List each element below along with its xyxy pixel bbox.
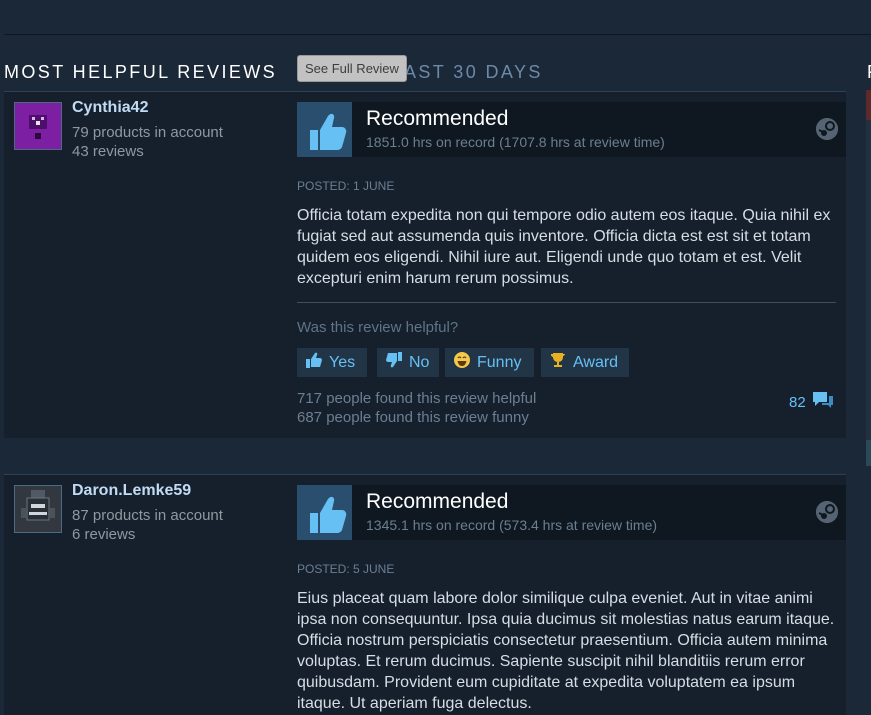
avatar[interactable] [14, 102, 62, 150]
right-column-thumb-2 [866, 440, 871, 466]
thumbs-up-icon [305, 351, 323, 374]
avatar[interactable] [14, 485, 62, 533]
vote-header[interactable]: Recommended 1345.1 hrs on record (573.4 … [297, 485, 846, 540]
review-card: Cynthia42 79 products in account 43 revi… [4, 91, 846, 438]
steam-icon [816, 118, 838, 140]
comment-count: 82 [789, 393, 806, 411]
right-column-edge: F [865, 62, 871, 704]
trophy-icon [549, 351, 567, 374]
reviews-count-link[interactable]: 6 reviews [72, 526, 135, 543]
review-body[interactable]: Eius placeat quam labore dolor similique… [297, 588, 837, 714]
section-title: MOST HELPFUL REVIEWS [4, 62, 278, 82]
avatar-image-icon [15, 486, 61, 532]
award-button[interactable]: Award [541, 348, 629, 377]
laughing-face-icon [453, 351, 471, 374]
award-label: Award [573, 353, 619, 371]
divider [297, 302, 836, 303]
vote-funny-label: Funny [477, 353, 522, 371]
right-column-heading: F [867, 62, 871, 83]
section-header: MOST HELPFUL REVIEWS AST 30 DAYS [4, 62, 540, 83]
avatar-image-icon [15, 103, 61, 149]
see-full-review-tooltip: See Full Review [297, 55, 407, 82]
reviews-count-link[interactable]: 43 reviews [72, 143, 144, 160]
vote-funny-button[interactable]: Funny [445, 348, 534, 377]
helpful-question: Was this review helpful? [297, 319, 459, 336]
username-link[interactable]: Daron.Lemke59 [72, 482, 191, 500]
vote-no-label: No [409, 353, 430, 371]
thumbs-up-icon [297, 102, 352, 157]
comments-link[interactable]: 82 [789, 390, 834, 414]
vote-yes-button[interactable]: Yes [297, 348, 367, 377]
hours-on-record: 1851.0 hrs on record (1707.8 hrs at revi… [366, 134, 665, 150]
products-count-link[interactable]: 79 products in account [72, 124, 223, 141]
verdict-title[interactable]: Recommended [366, 107, 508, 131]
posted-date: POSTED: 1 JUNE [297, 179, 395, 193]
steam-icon [816, 501, 838, 523]
hours-on-record: 1345.1 hrs on record (573.4 hrs at revie… [366, 517, 658, 533]
top-divider [4, 34, 871, 35]
vote-header[interactable]: Recommended 1851.0 hrs on record (1707.8… [297, 102, 846, 157]
username-link[interactable]: Cynthia42 [72, 99, 148, 117]
thumbs-up-icon [297, 485, 352, 540]
products-count-link[interactable]: 87 products in account [72, 507, 223, 524]
review-body[interactable]: Officia totam expedita non qui tempore o… [297, 205, 837, 289]
top-band [0, 0, 871, 34]
thumbs-down-icon [385, 351, 403, 374]
verdict-title[interactable]: Recommended [366, 490, 508, 514]
vote-yes-label: Yes [329, 353, 356, 371]
found-helpful-text: 717 people found this review helpful [297, 390, 537, 407]
vote-no-button[interactable]: No [377, 348, 439, 377]
right-column-panel [866, 120, 871, 460]
review-card: Daron.Lemke59 87 products in account 6 r… [4, 474, 846, 715]
comment-bubble-icon [812, 390, 834, 414]
found-funny-text: 687 people found this review funny [297, 409, 529, 426]
right-column-thumb [866, 90, 871, 120]
section-subtitle: AST 30 DAYS [404, 62, 543, 82]
posted-date: POSTED: 5 JUNE [297, 562, 395, 576]
